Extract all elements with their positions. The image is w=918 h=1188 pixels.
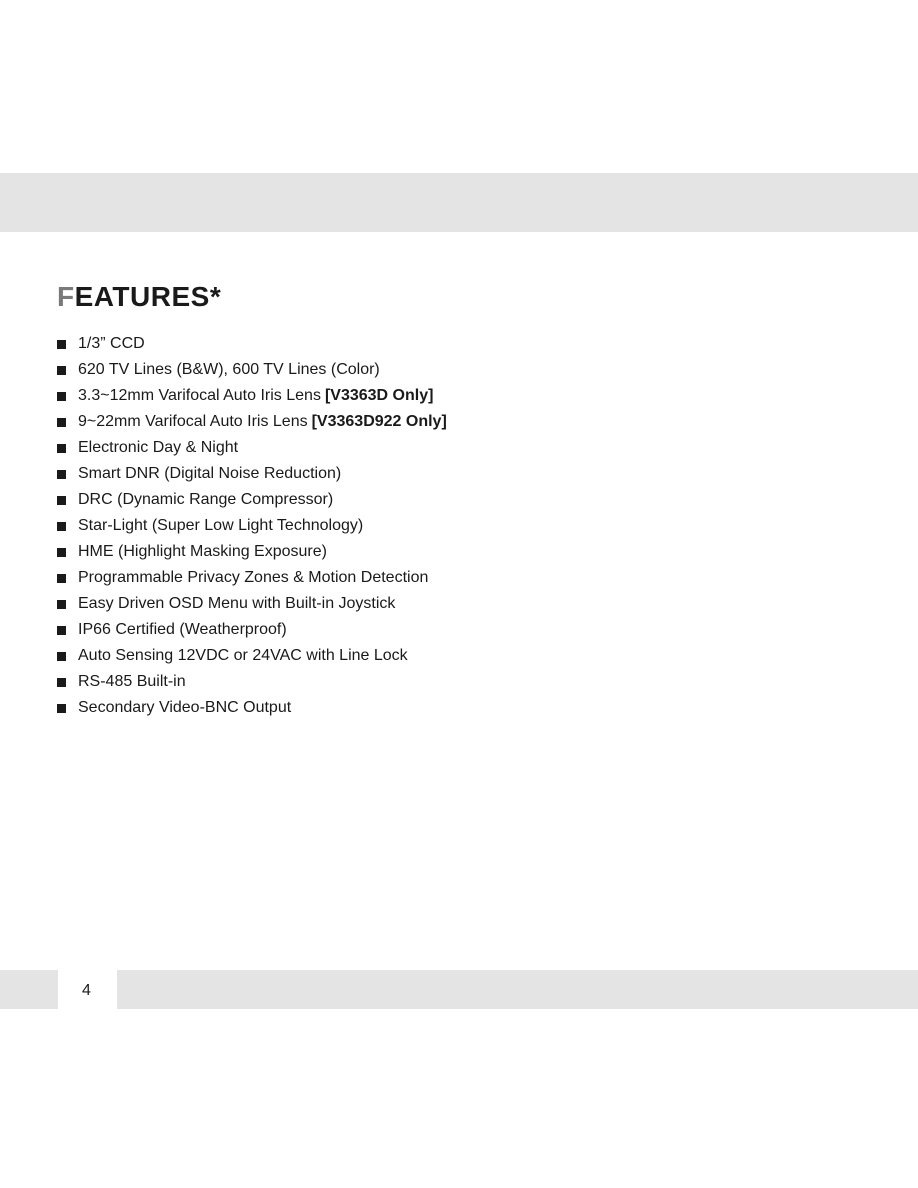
feature-text: 1/3” CCD — [78, 335, 145, 352]
page-title: FEATURES* — [57, 281, 221, 313]
feature-item: 9~22mm Varifocal Auto Iris Lens [V3363D92… — [57, 409, 447, 435]
feature-text: 620 TV Lines (B&W), 600 TV Lines (Color) — [78, 361, 380, 378]
square-bullet-icon — [57, 703, 66, 713]
feature-text: Smart DNR (Digital Noise Reduction) — [78, 465, 342, 482]
feature-text: HME (Highlight Masking Exposure) — [78, 543, 327, 560]
feature-text: Auto Sensing 12VDC or 24VAC with Line Lo… — [78, 647, 408, 664]
square-bullet-icon — [57, 443, 66, 453]
feature-item: Programmable Privacy Zones & Motion Dete… — [57, 565, 447, 591]
feature-text: Programmable Privacy Zones & Motion Dete… — [78, 569, 429, 586]
feature-item: Electronic Day & Night — [57, 435, 447, 461]
feature-item: Easy Driven OSD Menu with Built-in Joyst… — [57, 591, 447, 617]
square-bullet-icon — [57, 495, 66, 505]
feature-item: 3.3~12mm Varifocal Auto Iris Lens [V3363D… — [57, 383, 447, 409]
square-bullet-icon — [57, 417, 66, 427]
square-bullet-icon — [57, 339, 66, 349]
feature-model-note: [V3363D Only] — [324, 387, 434, 404]
header-band — [0, 173, 918, 232]
feature-item: Smart DNR (Digital Noise Reduction) — [57, 461, 447, 487]
square-bullet-icon — [57, 469, 66, 479]
feature-item: HME (Highlight Masking Exposure) — [57, 539, 447, 565]
square-bullet-icon — [57, 651, 66, 661]
feature-list: 1/3” CCD 620 TV Lines (B&W), 600 TV Lines… — [57, 331, 447, 721]
square-bullet-icon — [57, 677, 66, 687]
feature-text: Secondary Video-BNC Output — [78, 699, 292, 716]
feature-text: IP66 Certified (Weatherproof) — [78, 621, 287, 638]
feature-item: RS-485 Built-in — [57, 669, 447, 695]
page-number: 4 — [82, 982, 91, 999]
feature-text: Star-Light (Super Low Light Technology) — [78, 517, 364, 534]
feature-text: RS-485 Built-in — [78, 673, 186, 690]
feature-model-note: [V3363D922 Only] — [311, 413, 447, 430]
feature-item: IP66 Certified (Weatherproof) — [57, 617, 447, 643]
feature-text: Easy Driven OSD Menu with Built-in Joyst… — [78, 595, 396, 612]
title-first-letter: F — [57, 281, 75, 312]
feature-item: Star-Light (Super Low Light Technology) — [57, 513, 447, 539]
square-bullet-icon — [57, 599, 66, 609]
feature-item: Auto Sensing 12VDC or 24VAC with Line Lo… — [57, 643, 447, 669]
feature-text: DRC (Dynamic Range Compressor) — [78, 491, 334, 508]
feature-item: DRC (Dynamic Range Compressor) — [57, 487, 447, 513]
feature-text: Electronic Day & Night — [78, 439, 239, 456]
square-bullet-icon — [57, 573, 66, 583]
feature-text: 3.3~12mm Varifocal Auto Iris Lens — [78, 387, 321, 404]
feature-item: 1/3” CCD — [57, 331, 447, 357]
feature-text: 9~22mm Varifocal Auto Iris Lens — [78, 413, 308, 430]
square-bullet-icon — [57, 391, 66, 401]
square-bullet-icon — [57, 625, 66, 635]
title-rest: EATURES* — [74, 281, 222, 312]
feature-item: Secondary Video-BNC Output — [57, 695, 447, 721]
square-bullet-icon — [57, 521, 66, 531]
footer-band-left — [0, 970, 58, 1009]
feature-item: 620 TV Lines (B&W), 600 TV Lines (Color) — [57, 357, 447, 383]
footer-band-right — [117, 970, 918, 1009]
square-bullet-icon — [57, 547, 66, 557]
square-bullet-icon — [57, 365, 66, 375]
